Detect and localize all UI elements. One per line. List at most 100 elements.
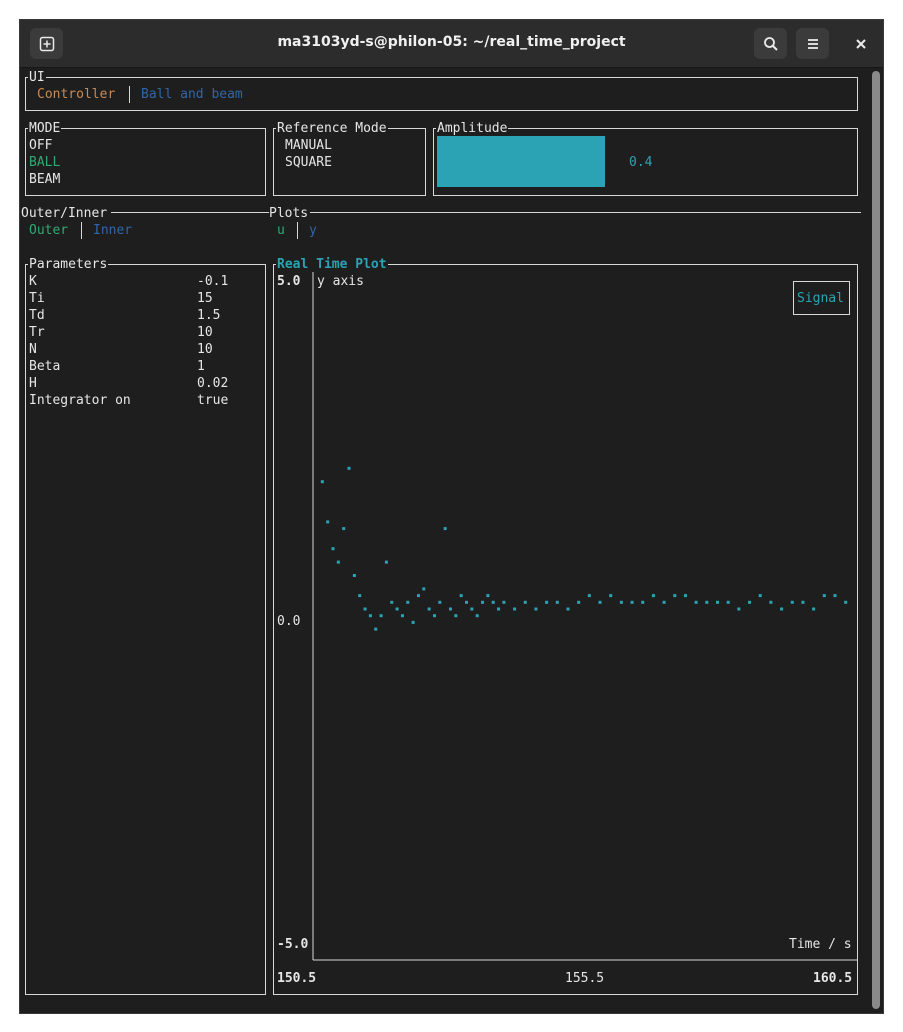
signal-point [454,614,458,618]
mode-item-off[interactable]: OFF [29,137,52,154]
signal-series [320,466,848,631]
tab-ball-and-beam[interactable]: Ball and beam [141,86,243,103]
signal-point [427,607,431,611]
signal-point [486,594,490,598]
signal-point [475,614,479,618]
hamburger-menu-icon [807,38,818,49]
plots-label: Plots [269,206,309,221]
reference-item-square[interactable]: SQUARE [285,154,332,171]
tab-outer[interactable]: Outer [29,222,68,239]
param-value[interactable]: 10 [197,324,213,341]
menu-button[interactable] [796,28,829,59]
param-value[interactable]: 10 [197,341,213,358]
ui-tabs-label: UI [28,69,46,86]
signal-point [422,587,426,591]
mode-box: MODE [25,120,266,196]
param-value[interactable]: 1 [197,358,205,375]
signal-point [651,594,655,598]
title-bar: ma3103yd-s@philon-05: ~/real_time_projec… [20,20,883,68]
param-name: Integrator on [29,393,131,408]
amplitude-gauge-fill [437,136,605,187]
parameters-label: Parameters [28,256,109,273]
signal-point [481,600,485,604]
search-icon [763,36,778,51]
signal-point [801,600,805,604]
reference-item-manual[interactable]: MANUAL [285,137,332,154]
signal-point [379,614,383,618]
signal-point [555,600,559,604]
param-value[interactable]: 1.5 [197,307,220,324]
signal-point [331,547,335,551]
signal-point [352,574,356,577]
signal-point [630,600,634,604]
signal-point [790,600,794,604]
signal-point [470,607,474,611]
signal-point [769,600,773,604]
signal-point [374,627,378,631]
signal-point [443,527,447,531]
amplitude-label: Amplitude [436,120,509,137]
close-button[interactable] [844,28,877,59]
param-name: Ti [29,291,45,306]
signal-point [673,594,677,598]
signal-point [363,607,367,611]
signal-point [347,466,351,470]
reference-mode-label: Reference Mode [276,120,388,137]
signal-point [342,527,346,531]
signal-point [384,560,388,564]
plot-area [312,272,857,961]
signal-point [534,607,538,611]
signal-point [545,600,549,604]
search-button[interactable] [754,28,787,59]
param-value[interactable]: 15 [197,290,213,307]
signal-point [336,560,340,564]
signal-point [390,600,394,604]
tab-plot-u[interactable]: u [277,222,285,239]
signal-point [411,620,415,624]
outer-inner-label: Outer/Inner [21,206,108,221]
signal-point [491,600,495,604]
param-name: Td [29,308,45,323]
signal-point [502,600,506,604]
signal-point [406,600,410,604]
param-value[interactable]: true [197,392,228,409]
signal-point [662,600,666,604]
tab-plot-y[interactable]: y [309,222,317,239]
signal-point [395,607,399,611]
mode-item-ball[interactable]: BALL [29,154,60,171]
scrollbar[interactable] [872,71,880,1011]
signal-point [416,594,420,598]
signal-point [438,600,442,604]
outer-inner-separator [81,222,82,239]
tab-inner[interactable]: Inner [93,222,132,239]
plots-separator [297,222,298,239]
signal-point [641,600,645,604]
tab-separator [129,86,130,103]
signal-point [459,594,463,598]
signal-point [833,594,837,598]
signal-point [523,600,527,604]
signal-point [737,607,741,611]
mode-item-beam[interactable]: BEAM [29,171,60,188]
signal-point [844,600,848,604]
signal-point [513,607,517,611]
param-value[interactable]: 0.02 [197,375,228,392]
param-value[interactable]: -0.1 [197,273,228,290]
param-name: N [29,342,37,357]
signal-point [812,607,816,611]
signal-point [619,600,623,604]
signal-point [449,607,452,611]
signal-point [497,607,501,611]
signal-point [705,600,709,604]
signal-point [587,594,591,598]
signal-point [326,520,330,524]
parameters-box: Parameters [25,256,266,995]
signal-point [726,600,730,604]
signal-point [320,480,324,484]
signal-point [780,607,784,611]
tab-controller[interactable]: Controller [37,86,115,103]
scrollbar-thumb[interactable] [872,71,880,1009]
signal-point [577,600,581,604]
legend-signal: Signal [797,291,844,306]
signal-point [822,594,826,598]
